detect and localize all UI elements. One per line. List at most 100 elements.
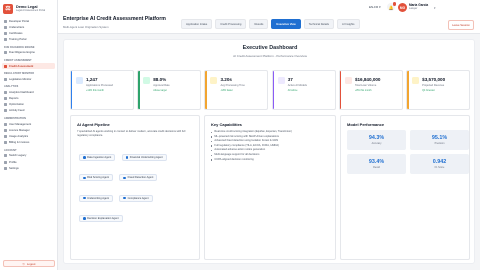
sidebar-item-certificates[interactable]: Certificates (2, 30, 55, 36)
gavel-icon (4, 77, 7, 81)
dashboard-title: Executive Dashboard (242, 45, 298, 51)
agent-label: Financial Underwriting Agent (129, 156, 163, 160)
search-icon (4, 51, 7, 55)
sidebar-item-reports[interactable]: Reports (2, 96, 55, 102)
agent-label: Underwriting Agent (87, 196, 110, 200)
kpi-label: Approval Rate (153, 84, 170, 87)
sidebar-section-title: Account (4, 148, 17, 152)
tab-credit-processing[interactable]: Credit Processing (215, 19, 247, 29)
sidebar-item-label: Reports (9, 97, 19, 101)
dashboard-subtitle: AI Credit Assessment Platform - Performa… (233, 54, 307, 58)
sidebar-item-label: Training Portal (9, 38, 27, 42)
capability-list: Real-time credit scoring integration (Eq… (211, 130, 329, 162)
metric-grid: 94.3% Accuracy 95.1% Precision 93.4% Recall… (347, 130, 469, 174)
agent-chip[interactable]: Data Ingestion Agent (79, 154, 116, 162)
kpi-label: Avg Processing Time (220, 84, 245, 87)
tab-executive-view[interactable]: Executive View (271, 19, 301, 29)
avatar[interactable]: MG (398, 3, 407, 12)
trend-icon (412, 77, 420, 84)
kpi-card: 88.0% Approval Rate Above target (137, 70, 202, 110)
sidebar-item-usage-analytics[interactable]: Usage Analytics (2, 133, 55, 139)
kpi-value: $3,570,000 (422, 77, 446, 82)
sidebar-item-settings[interactable]: Settings (2, 165, 55, 171)
tab-technical-details[interactable]: Technical Details (303, 19, 334, 29)
agent-icon (83, 217, 86, 220)
sidebar-item-analytics-dashboard[interactable]: Analytics Dashboard (2, 89, 55, 95)
notifications-button[interactable]: 🔔 (387, 2, 396, 11)
sidebar-item-label: Developer Portal (9, 19, 30, 23)
sidebar-item-optimization[interactable]: Optimization (2, 102, 55, 108)
dollar-icon (344, 77, 352, 84)
profile-icon (4, 160, 7, 164)
agent-chip[interactable]: Underwriting Agent (79, 194, 114, 202)
metric-box: 93.4% Recall (347, 154, 406, 174)
kpi-accent (205, 71, 207, 109)
kpi-card: 37 Active AI Models All online (271, 70, 336, 110)
main-area: Enterprise AI Credit Assessment Platform… (58, 0, 480, 270)
agent-chip[interactable]: Risk Scoring Agent (79, 174, 114, 182)
book-icon (4, 38, 7, 42)
chevron-down-icon: ▾ (379, 5, 381, 9)
agent-chip[interactable]: Financial Underwriting Agent (121, 154, 167, 162)
key-icon (4, 128, 7, 132)
pie-icon (4, 135, 7, 139)
sidebar-item-label: Optimization (9, 103, 24, 107)
agent-label: Data Ingestion Agent (87, 156, 112, 160)
document-icon (4, 97, 7, 101)
agent-chip[interactable]: Decision Explanation Agent (79, 214, 123, 222)
sidebar: ⚖ Demo Legal Legal AI Assessment Portal … (0, 0, 58, 270)
user-role: Lawyer (409, 7, 418, 10)
kpi-row: 1,247 Applications Processed +12% this mon… (70, 70, 471, 110)
brand-subtitle: Legal AI Assessment Portal (16, 9, 46, 13)
robot-icon (277, 77, 285, 84)
kpi-value: 1,247 (86, 77, 98, 82)
capability-text: CCPA-aligned decision monitoring (214, 157, 254, 161)
metric-value: 0.942 (432, 159, 447, 165)
kpi-card: $16,840,000 Total Loan Volume +8% this mon… (338, 70, 403, 110)
metric-label: Accuracy (371, 142, 382, 145)
brand[interactable]: ⚖ Demo Legal Legal AI Assessment Portal (0, 0, 57, 16)
metric-value: 93.4% (368, 159, 385, 165)
wallet-icon (4, 141, 7, 145)
kpi-card: 3.20s Avg Processing Time -18% faster (204, 70, 269, 110)
agent-label: Fraud Detection Agent (127, 176, 154, 180)
kpi-accent (407, 71, 409, 109)
kpi-accent (339, 71, 342, 109)
kpi-value: 88.0% (153, 77, 167, 82)
tab-application-intake[interactable]: Application Intake (181, 19, 213, 29)
activity-icon (4, 109, 7, 113)
kpi-label: Applications Processed (86, 84, 113, 87)
document-icon (76, 77, 83, 84)
tab-results[interactable]: Results (249, 19, 269, 29)
sidebar-logout-button[interactable]: ⎋ Logout (3, 260, 55, 267)
user-menu[interactable]: Maria Garcia Lawyer (409, 3, 428, 10)
language-selector[interactable]: EN-FR ▾ (369, 5, 381, 9)
agent-icon (125, 156, 129, 159)
clock-icon (210, 77, 218, 84)
metric-box: 0.942 F1 Score (410, 154, 469, 174)
sidebar-item-label: Switch Legacy (9, 154, 27, 158)
sidebar-item-label: Billing & Invoices (9, 141, 30, 145)
chevron-down-icon[interactable]: ▾ (434, 6, 436, 10)
kpi-value: $16,840,000 (354, 77, 381, 82)
page-subtitle: Multi-Agent Loan Origination System (63, 25, 109, 29)
tab-ai-insights[interactable]: AI Insights (336, 19, 360, 29)
kpi-note: +12% this month (86, 89, 104, 92)
app-root: ⚖ Demo Legal Legal AI Assessment Portal … (0, 0, 480, 270)
page-title: Enterprise AI Credit Assessment Platform (63, 16, 166, 22)
kpi-value: 3.20s (220, 77, 232, 82)
leave-session-button[interactable]: Leave Session (448, 20, 474, 30)
kpi-label: Active AI Models (287, 84, 307, 87)
sidebar-item-label: Activity Feed (9, 109, 25, 113)
executive-panel: Executive Dashboard AI Credit Assessment… (63, 39, 475, 264)
agent-icon (83, 176, 86, 180)
brand-logo: ⚖ (3, 3, 13, 14)
sidebar-item-label: Profile (9, 160, 17, 164)
sidebar-section-title: Credit Assessment (4, 58, 32, 62)
view-tabs: Application Intake Credit Processing Res… (181, 19, 360, 29)
kpi-accent (71, 71, 73, 109)
kpi-note: Above target (153, 89, 167, 92)
agent-chip[interactable]: Compliance Agent (119, 194, 153, 202)
agent-pipeline-card: AI Agent Pipeline 7 specialized AI agent… (70, 115, 200, 260)
agent-chip[interactable]: Fraud Detection Agent (119, 174, 158, 182)
